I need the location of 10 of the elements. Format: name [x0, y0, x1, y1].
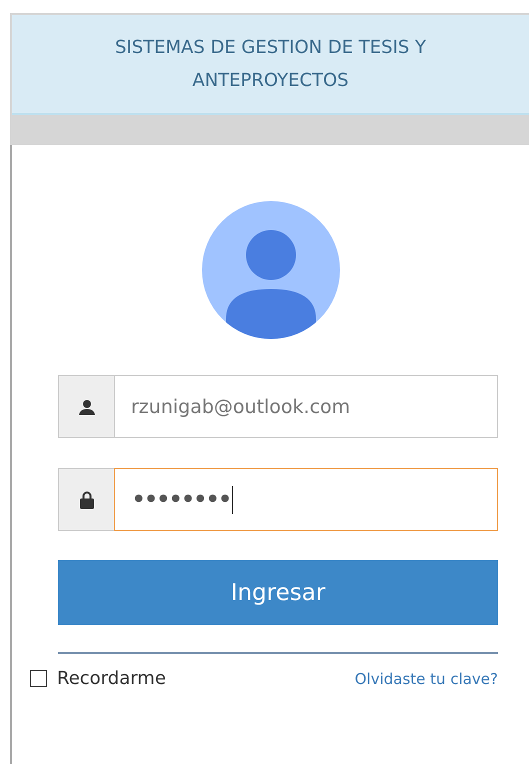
remember-checkbox[interactable]: [30, 670, 47, 687]
user-icon: [78, 398, 94, 414]
password-field[interactable]: ••••••••: [114, 468, 498, 531]
email-field[interactable]: rzunigab@outlook.com: [114, 375, 498, 438]
app-title: SISTEMAS DE GESTION DE TESIS Y ANTEPROYECTOS: [114, 36, 428, 93]
forgot-password-link[interactable]: Olvidaste tu clave?: [354, 670, 498, 688]
avatar-icon: [202, 201, 340, 339]
remember-label: Recordarme: [57, 668, 166, 689]
login-button[interactable]: Ingresar: [58, 560, 498, 625]
lock-icon: [80, 490, 94, 508]
